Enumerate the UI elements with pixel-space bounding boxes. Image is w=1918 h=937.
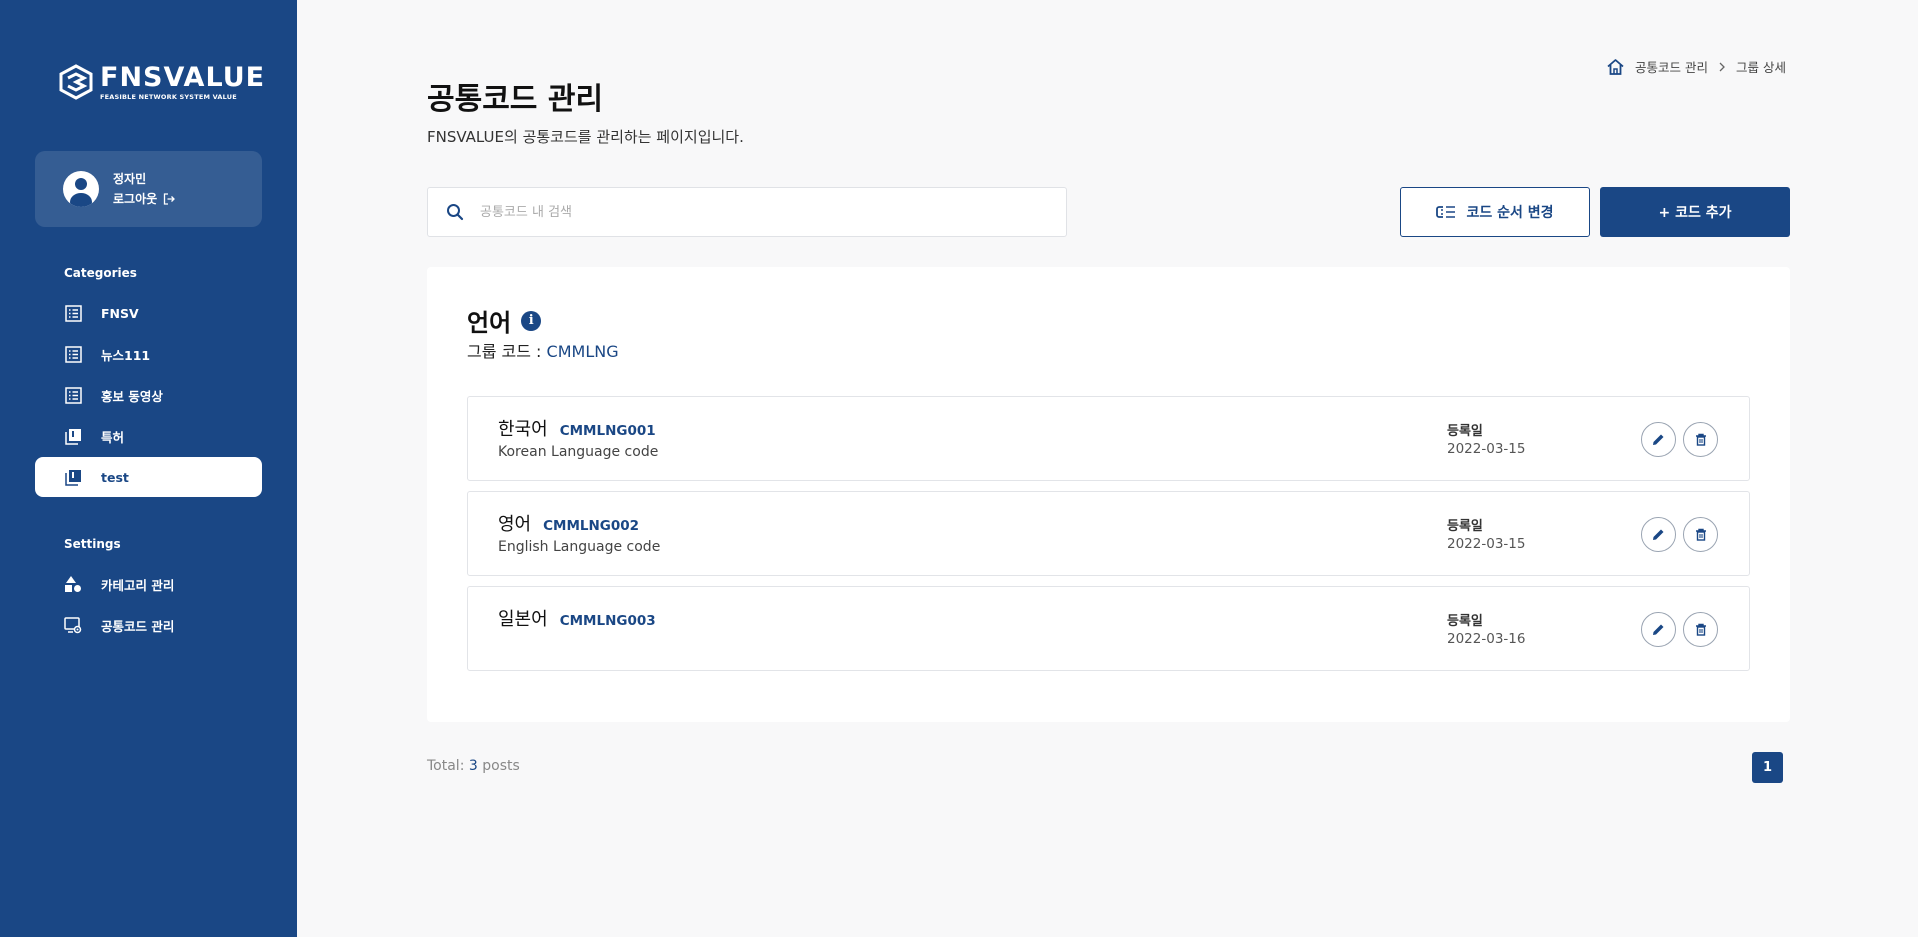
list-icon [64,304,82,322]
registered-date-label: 등록일 [1447,614,1483,629]
delete-button[interactable] [1683,517,1718,552]
code-description: Korean Language code [498,444,659,460]
sidebar-item-label: FNSV [101,305,139,321]
logout-button[interactable]: 로그아웃 [113,189,176,209]
pencil-icon [1653,624,1664,635]
sidebar-item-label: 공통코드 관리 [101,618,175,634]
breadcrumb-item: 그룹 상세 [1736,60,1786,75]
change-code-order-button[interactable]: 코드 순서 변경 [1400,187,1590,237]
add-code-button[interactable]: + 코드 추가 [1600,187,1790,237]
code-id: CMMLNG001 [559,423,656,439]
code-row: 한국어 CMMLNG001 Korean Language code 등록일 2… [467,396,1750,481]
logo-wordmark: FNSVALUE [100,62,266,93]
code-id: CMMLNG002 [543,518,640,534]
home-icon[interactable] [1606,58,1625,76]
trash-icon [1695,528,1706,541]
logout-icon [164,193,176,205]
delete-button[interactable] [1683,612,1718,647]
registered-date-label: 등록일 [1447,519,1483,534]
sidebar-item-test[interactable]: test [35,457,262,497]
code-name: 한국어 [498,419,548,440]
group-code-value: CMMLNG [546,342,619,361]
search-input[interactable] [480,204,1040,220]
edit-button[interactable] [1641,517,1676,552]
breadcrumb: 공통코드 관리 그룹 상세 [1606,57,1786,76]
user-profile: 정자민 로그아웃 [35,151,262,227]
search-box [427,187,1067,237]
pencil-icon [1653,529,1664,540]
code-row: 영어 CMMLNG002 English Language code 등록일 2… [467,491,1750,576]
registered-date: 2022-03-15 [1447,536,1526,552]
code-row: 일본어 CMMLNG003 등록일 2022-03-16 [467,586,1750,671]
registered-date: 2022-03-16 [1447,631,1526,647]
list-icon [64,386,82,404]
avatar-icon [63,171,99,207]
sidebar: FNSVALUE FEASIBLE NETWORK SYSTEM VALUE 정… [0,0,297,937]
user-name: 정자민 [113,172,147,186]
logout-label: 로그아웃 [113,192,158,206]
chevron-right-icon [1719,62,1725,71]
total-prefix: Total: [427,758,469,774]
page-title: 공통코드 관리 [427,82,604,117]
group-name: 언어 [467,309,512,337]
sidebar-item-common-code-management[interactable]: 공통코드 관리 [35,605,262,645]
sidebar-item-label: 카테고리 관리 [101,577,175,593]
screen-settings-icon [64,616,82,634]
sidebar-item-patent[interactable]: 특허 [35,416,262,456]
sidebar-item-category-management[interactable]: 카테고리 관리 [35,564,262,604]
page-description: FNSVALUE의 공통코드를 관리하는 페이지입니다. [427,128,744,146]
list-icon [64,345,82,363]
total-count: Total: 3 posts [427,758,520,774]
pagination-page-button[interactable]: 1 [1752,752,1783,783]
change-code-order-label: 코드 순서 변경 [1466,205,1554,221]
sidebar-item-label: 뉴스111 [101,347,151,363]
logo-mark-icon [59,64,93,100]
trash-icon [1695,433,1706,446]
sidebar-item-label: 특허 [101,429,125,445]
sidebar-item-label: 홍보 동영상 [101,388,163,404]
code-description: English Language code [498,539,661,555]
sidebar-item-fnsv[interactable]: FNSV [35,293,262,333]
add-code-label: + 코드 추가 [1658,205,1732,221]
total-suffix: posts [477,758,520,774]
sidebar-item-news111[interactable]: 뉴스111 [35,334,262,374]
settings-title: Settings [64,537,121,551]
code-name: 영어 [498,514,532,535]
registered-date-label: 등록일 [1447,424,1483,439]
group-code-label: 그룹 코드 : [467,342,547,361]
logo[interactable]: FNSVALUE FEASIBLE NETWORK SYSTEM VALUE [58,64,265,101]
delete-button[interactable] [1683,422,1718,457]
group-title: 언어 i [467,303,542,338]
library-icon [64,427,82,445]
reorder-icon [1436,206,1456,218]
search-icon [447,204,464,221]
edit-button[interactable] [1641,422,1676,457]
total-number: 3 [468,758,478,774]
edit-button[interactable] [1641,612,1676,647]
pencil-icon [1653,434,1664,445]
code-id: CMMLNG003 [559,613,656,629]
sidebar-item-label: test [101,469,129,485]
code-name: 일본어 [498,609,548,630]
group-code: 그룹 코드 : CMMLNG [467,338,619,362]
registered-date: 2022-03-15 [1447,441,1526,457]
categories-title: Categories [64,266,137,280]
trash-icon [1695,623,1706,636]
shapes-icon [64,575,82,593]
info-icon[interactable]: i [521,310,542,331]
breadcrumb-item[interactable]: 공통코드 관리 [1635,57,1708,76]
logo-tagline: FEASIBLE NETWORK SYSTEM VALUE [100,93,237,101]
sidebar-item-promo-video[interactable]: 홍보 동영상 [35,375,262,415]
code-group-card: 언어 i 그룹 코드 : CMMLNG 한국어 CMMLNG001 Korean… [427,267,1790,722]
library-icon [64,468,82,486]
